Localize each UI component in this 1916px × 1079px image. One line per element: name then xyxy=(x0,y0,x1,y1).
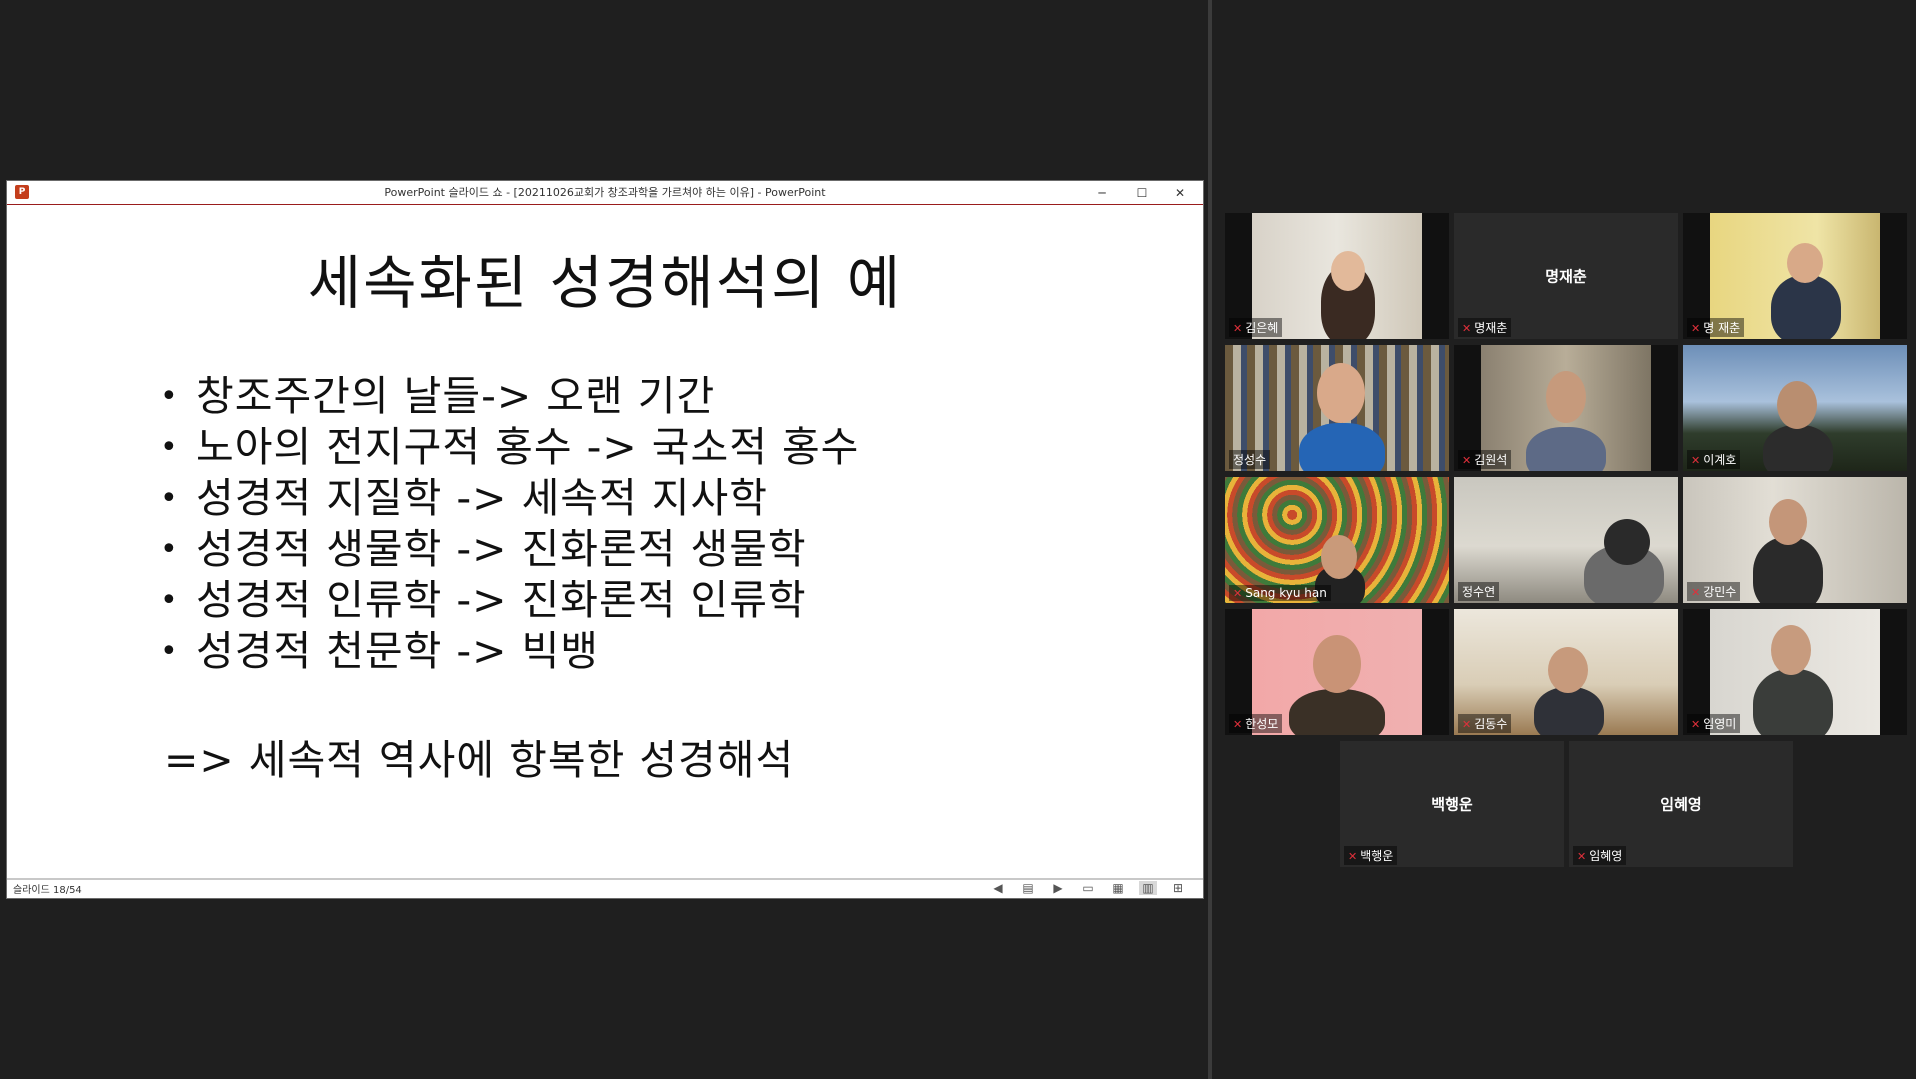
participant-label: ✕ 임혜영 xyxy=(1573,846,1627,865)
participant-label: 정수연 xyxy=(1458,582,1500,601)
participant-name: 백행운 xyxy=(1360,849,1394,863)
next-slide-icon[interactable]: ▶ xyxy=(1049,881,1067,895)
participant-tile[interactable]: ✕ 김원석 xyxy=(1454,345,1678,471)
participant-label: ✕ 한성모 xyxy=(1229,714,1283,733)
close-button[interactable]: ✕ xyxy=(1161,181,1199,205)
participant-tile[interactable]: ✕ 임영미 xyxy=(1683,609,1907,735)
muted-mic-icon: ✕ xyxy=(1233,718,1243,731)
participant-name: Sang kyu han xyxy=(1245,586,1327,600)
participant-name: 강민수 xyxy=(1703,585,1737,599)
participant-tile[interactable]: 백행운 ✕ 백행운 xyxy=(1340,741,1564,867)
participant-name: 김동수 xyxy=(1474,717,1508,731)
participant-label: 정성수 xyxy=(1229,450,1271,469)
muted-mic-icon: ✕ xyxy=(1233,587,1243,600)
muted-mic-icon: ✕ xyxy=(1691,322,1701,335)
participant-name: 이계호 xyxy=(1703,453,1737,467)
participant-label: ✕ 임영미 xyxy=(1687,714,1741,733)
participant-name: 김원석 xyxy=(1474,453,1508,467)
participant-name: 정수연 xyxy=(1462,585,1496,599)
muted-mic-icon: ✕ xyxy=(1348,850,1358,863)
bullet-item: 성경적 지질학 -> 세속적 지사학 xyxy=(156,473,859,524)
participant-tile[interactable]: ✕ 강민수 xyxy=(1683,477,1907,603)
window-titlebar[interactable]: P PowerPoint 슬라이드 쇼 - [20211026교회가 창조과학을… xyxy=(7,181,1203,205)
participant-tile[interactable]: ✕ 김은혜 xyxy=(1225,213,1449,339)
participant-tile[interactable]: ✕ 김동수 xyxy=(1454,609,1678,735)
participant-tile[interactable]: 임혜영 ✕ 임혜영 xyxy=(1569,741,1793,867)
muted-mic-icon: ✕ xyxy=(1577,850,1587,863)
participant-tile[interactable]: ✕ Sang kyu han xyxy=(1225,477,1449,603)
participant-label: ✕ 이계호 xyxy=(1687,450,1741,469)
powerpoint-window: P PowerPoint 슬라이드 쇼 - [20211026교회가 창조과학을… xyxy=(6,180,1204,899)
participant-name: 명 재춘 xyxy=(1703,321,1741,335)
participant-label: ✕ Sang kyu han xyxy=(1229,585,1331,601)
participant-name: 정성수 xyxy=(1233,453,1267,467)
participant-tile[interactable]: ✕ 이계호 xyxy=(1683,345,1907,471)
slideshow-statusbar: 슬라이드 18/54 ◀ ▤ ▶ ▭ ▦ ▥ ⊞ xyxy=(7,878,1203,898)
participant-tile[interactable]: ✕ 명 재춘 xyxy=(1683,213,1907,339)
participant-name: 임혜영 xyxy=(1589,849,1623,863)
participant-label: ✕ 김원석 xyxy=(1458,450,1512,469)
participant-label: ✕ 명재춘 xyxy=(1458,318,1512,337)
slideshow-controls: ◀ ▤ ▶ ▭ ▦ ▥ ⊞ xyxy=(989,881,1187,895)
slide-menu-icon[interactable]: ▤ xyxy=(1019,881,1037,895)
bullet-item: 성경적 생물학 -> 진화론적 생물학 xyxy=(156,524,859,575)
slideshow-icon[interactable]: ⊞ xyxy=(1169,881,1187,895)
muted-mic-icon: ✕ xyxy=(1691,718,1701,731)
bullet-item: 창조주간의 날들-> 오랜 기간 xyxy=(156,371,859,422)
participant-center-name: 백행운 xyxy=(1431,795,1473,814)
slide-canvas[interactable]: 세속화된 성경해석의 예 창조주간의 날들-> 오랜 기간 노아의 전지구적 홍… xyxy=(8,206,1202,878)
previous-slide-icon[interactable]: ◀ xyxy=(989,881,1007,895)
participant-tile[interactable]: 명재춘 ✕ 명재춘 xyxy=(1454,213,1678,339)
muted-mic-icon: ✕ xyxy=(1462,454,1472,467)
screen-share-area: P PowerPoint 슬라이드 쇼 - [20211026교회가 창조과학을… xyxy=(0,0,1208,1079)
participant-label: ✕ 백행운 xyxy=(1344,846,1398,865)
bullet-list: 창조주간의 날들-> 오랜 기간 노아의 전지구적 홍수 -> 국소적 홍수 성… xyxy=(156,371,859,677)
muted-mic-icon: ✕ xyxy=(1233,322,1243,335)
participant-tile[interactable]: ✕ 한성모 xyxy=(1225,609,1449,735)
slide-counter: 슬라이드 18/54 xyxy=(13,885,82,896)
window-title: PowerPoint 슬라이드 쇼 - [20211026교회가 창조과학을 가… xyxy=(384,186,826,199)
participant-gallery: ✕ 김은혜 명재춘 ✕ 명재춘 ✕ 명 재춘 정성수 ✕ 김원석 ✕ 이계호 ✕ Sang … xyxy=(1212,0,1916,1079)
muted-mic-icon: ✕ xyxy=(1462,718,1472,731)
participant-name: 한성모 xyxy=(1245,717,1279,731)
muted-mic-icon: ✕ xyxy=(1691,586,1701,599)
participant-name: 임영미 xyxy=(1703,717,1737,731)
slide-sorter-icon[interactable]: ▦ xyxy=(1109,881,1127,895)
reading-view-icon[interactable]: ▥ xyxy=(1139,881,1157,895)
bullet-item: 노아의 전지구적 홍수 -> 국소적 홍수 xyxy=(156,422,859,473)
participant-name: 명재춘 xyxy=(1474,321,1508,335)
muted-mic-icon: ✕ xyxy=(1691,454,1701,467)
participant-center-name: 임혜영 xyxy=(1660,795,1702,814)
participant-tile-active-speaker[interactable]: 정성수 xyxy=(1225,345,1449,471)
bullet-item: 성경적 인류학 -> 진화론적 인류학 xyxy=(156,575,859,626)
participant-center-name: 명재춘 xyxy=(1545,267,1587,286)
participant-label: ✕ 김은혜 xyxy=(1229,318,1283,337)
maximize-button[interactable]: ☐ xyxy=(1123,181,1161,205)
slide-title: 세속화된 성경해석의 예 xyxy=(307,249,903,317)
participant-tile[interactable]: 정수연 xyxy=(1454,477,1678,603)
bullet-item: 성경적 천문학 -> 빅뱅 xyxy=(156,626,859,677)
slide-conclusion: => 세속적 역사에 항복한 성경해석 xyxy=(164,736,795,784)
participant-label: ✕ 강민수 xyxy=(1687,582,1741,601)
minimize-button[interactable]: ─ xyxy=(1083,181,1121,205)
muted-mic-icon: ✕ xyxy=(1462,322,1472,335)
normal-view-icon[interactable]: ▭ xyxy=(1079,881,1097,895)
participant-name: 김은혜 xyxy=(1245,321,1279,335)
participant-label: ✕ 명 재춘 xyxy=(1687,318,1745,337)
participant-label: ✕ 김동수 xyxy=(1458,714,1512,733)
